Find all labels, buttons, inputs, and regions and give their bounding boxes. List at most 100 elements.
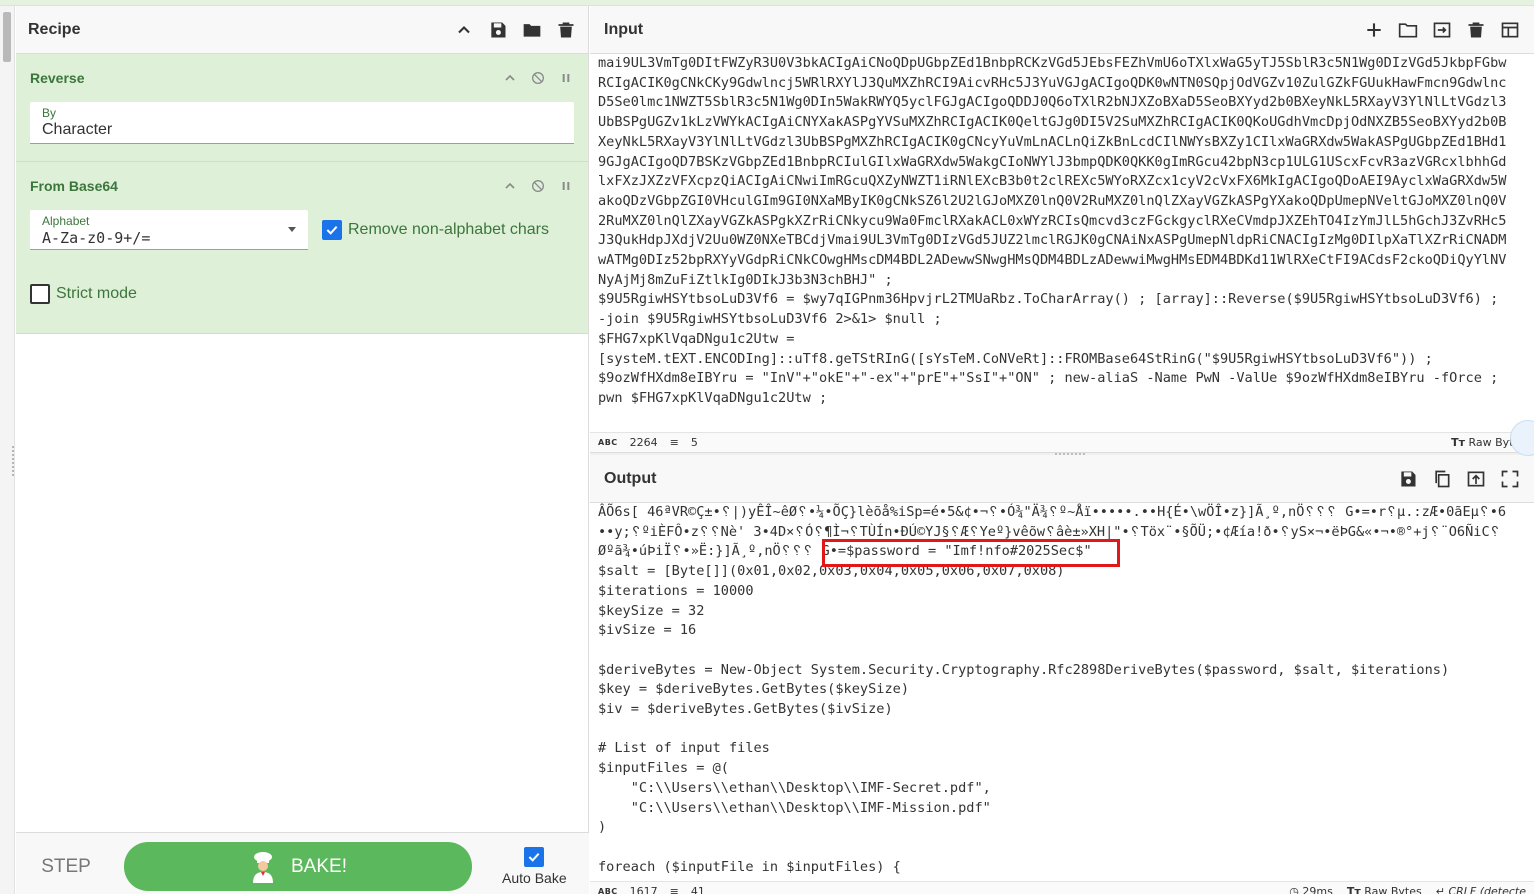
autobake-option[interactable]: Auto Bake (502, 847, 567, 886)
alphabet-value: A-Za-z0-9+/= (42, 229, 151, 247)
bake-button[interactable]: BAKE! (124, 842, 472, 891)
by-field[interactable]: By Character (30, 102, 574, 144)
output-line: $iv = $deriveBytes.GetBytes($ivSize) (598, 701, 893, 718)
output-line: "C:\\Users\\ethan\\Desktop\\IMF-Secret.p… (598, 779, 991, 796)
input-line: 2RuMXZ0lnQlZXayVGZkASPgkXZrRiCNkycu9Wa0F… (598, 212, 1507, 229)
input-panel: Input mai9UL3VmTg0DItFWZyR3U0V3bkACIgAiC… (590, 6, 1534, 453)
operations-gutter[interactable] (0, 6, 15, 894)
remove-nonalpha-checkbox[interactable] (322, 220, 342, 240)
length-icon: ABC (598, 438, 618, 447)
autobake-checkbox[interactable] (524, 847, 545, 867)
chevron-up-icon[interactable] (502, 70, 518, 86)
input-line: 9GJgACIgoQD7BSKzVGbpZEd1BnbpRCIulGIlxWaG… (598, 153, 1507, 170)
output-status-bar: ABC 1617 ≡ 41 ◷ 29ms Tт Raw Bytes ↵ CRLF… (590, 881, 1534, 894)
return-icon: ↵ (1435, 885, 1445, 894)
input-line: D5Se0lmc1NWZT5SblR3c5N1Wg0DIn5WakRWYQ5yc… (598, 94, 1507, 111)
save-icon[interactable] (1398, 469, 1418, 489)
chevron-up-icon[interactable] (454, 20, 474, 40)
output-raw-bytes-label: Raw Bytes (1364, 885, 1422, 894)
output-line: "C:\\Users\\ethan\\Desktop\\IMF-Mission.… (598, 799, 991, 816)
text-format-icon: Tт (1451, 436, 1465, 449)
input-textarea[interactable]: mai9UL3VmTg0DItFWZyR3U0V3bkACIgAiCNoQDpU… (590, 54, 1534, 430)
output-line: $ivSize = 16 (598, 622, 697, 639)
fullscreen-icon[interactable] (1500, 469, 1520, 489)
output-line: $salt = [Byte[]](0x01,0x02,0x03,0x04,0x0… (598, 563, 1065, 580)
output-panel: Output ÂÕ6s[ 46ªVR©Ç±•␦|)yÊÎ~êØ␦•¼•ÕÇ}lè… (590, 455, 1534, 894)
input-line (598, 409, 1526, 429)
input-line: mai9UL3VmTg0DItFWZyR3U0V3bkACIgAiCNoQDpU… (598, 55, 1507, 71)
output-header: Output (590, 455, 1534, 503)
length-icon: ABC (598, 887, 618, 894)
output-encoding[interactable]: Tт Raw Bytes (1347, 885, 1422, 894)
output-line: ••y;␦ºiÈFÔ•z␦␦Nè' 3•4D×␦Ó␦¶Ì¬␦TÙÍn•ÐÚ©YJ… (598, 523, 1501, 540)
resize-handle[interactable] (12, 446, 15, 476)
output-line: # List of input files (598, 740, 770, 757)
output-line: $key = $deriveBytes.GetBytes($keySize) (598, 681, 909, 698)
alphabet-label: Alphabet (42, 214, 90, 228)
recipe-panel: Recipe Reverse By Character From Base64 … (16, 6, 589, 894)
add-icon[interactable] (1364, 20, 1384, 40)
operation-reverse: Reverse By Character (16, 54, 588, 162)
output-line: $inputFiles = @( (598, 760, 729, 777)
input-line: akoQDzVGbpZGI0VHculGIm9GI0NXaMByIK0gCNkS… (598, 192, 1507, 209)
strict-mode-checkbox[interactable] (30, 284, 50, 304)
copy-icon[interactable] (1432, 469, 1452, 489)
output-line: Øºã¾•úÞiÏ␦•»Ë:}]Ã¸º,nÖ␦␦␦ G•=$password =… (598, 543, 1092, 560)
recipe-header: Recipe (16, 6, 588, 54)
output-title: Output (604, 469, 657, 487)
input-length: 2264 (629, 436, 658, 449)
output-line-count: 41 (690, 885, 705, 894)
autobake-label: Auto Bake (502, 870, 567, 886)
input-line: UbBSPgUGZv1kLzVWYkACIgAiCNYXakASPgYVSuMX… (598, 114, 1507, 131)
step-button[interactable]: STEP (16, 856, 116, 878)
output-length: 1617 (629, 885, 658, 894)
scrollbar-thumb[interactable] (3, 12, 11, 62)
lines-icon: ≡ (669, 885, 679, 894)
open-folder-icon[interactable] (1398, 20, 1418, 40)
eol-indicator[interactable]: ↵ CRLF (detecte (1436, 885, 1526, 894)
save-icon[interactable] (488, 20, 508, 40)
trash-icon[interactable] (556, 20, 576, 40)
output-line: $keySize = 32 (598, 602, 705, 619)
bake-label: BAKE! (291, 855, 347, 877)
input-line: $9U5RgiwHSYtbsoLuD3Vf6 = $wy7qIGPnm36Hpv… (598, 291, 1499, 308)
output-line: $iterations = 10000 (598, 582, 754, 599)
bake-time: ◷ 29ms (1289, 885, 1333, 894)
by-label: By (42, 106, 57, 120)
by-value: Character (42, 121, 113, 138)
input-line: pwn $FHG7xpKlVqaDNgu1c2Utw ; (598, 389, 828, 406)
operation-from-base64: From Base64 Alphabet A-Za-z0-9+/= Remove… (16, 162, 588, 334)
output-line: ÂÕ6s[ 46ªVR©Ç±•␦|)yÊÎ~êØ␦•¼•ÕÇ}lèõå%iSp=… (598, 504, 1507, 520)
output-line: $deriveBytes = New-Object System.Securit… (598, 661, 1450, 678)
remove-nonalpha-option[interactable]: Remove non-alphabet chars (322, 220, 549, 240)
folder-icon[interactable] (522, 20, 542, 40)
input-line: XeyNkL5RXayV3YlNlLtVGdzl3UbBSPgMXZhRCIgA… (598, 133, 1507, 150)
disable-icon[interactable] (530, 178, 546, 194)
eol-label: CRLF (detecte (1448, 885, 1526, 894)
clock-icon: ◷ (1289, 885, 1299, 894)
strict-mode-option[interactable]: Strict mode (30, 284, 574, 304)
text-format-icon: Tт (1346, 885, 1361, 894)
chevron-up-icon[interactable] (502, 178, 518, 194)
input-line: $9ozWfHXdm8eIBYru = "InV"+"okE"+"-ex"+"p… (598, 370, 1499, 387)
strict-mode-label: Strict mode (56, 285, 137, 302)
operation-title-reverse: Reverse (30, 70, 85, 86)
layout-icon[interactable] (1500, 20, 1520, 40)
input-line: lxFXzJXZzVFXcpzQiACIgAiCNwiImRGcuQXZyNWZ… (598, 173, 1507, 190)
trash-icon[interactable] (1466, 20, 1486, 40)
chef-icon (253, 851, 273, 883)
disable-icon[interactable] (530, 70, 546, 86)
pause-icon[interactable] (558, 70, 574, 86)
alphabet-select[interactable]: Alphabet A-Za-z0-9+/= (30, 210, 308, 250)
operation-title-from-base64: From Base64 (30, 178, 118, 194)
replace-input-icon[interactable] (1466, 469, 1486, 489)
recipe-controls: STEP BAKE! Auto Bake (16, 832, 589, 894)
lines-icon: ≡ (669, 436, 679, 449)
output-textarea[interactable]: ÂÕ6s[ 46ªVR©Ç±•␦|)yÊÎ~êØ␦•¼•ÕÇ}lèõå%iSp=… (590, 503, 1534, 877)
pause-icon[interactable] (558, 178, 574, 194)
input-status-bar: ABC 2264 ≡ 5 Tт Raw Bytes (590, 432, 1534, 452)
input-line: $FHG7xpKlVqaDNgu1c2Utw = (598, 330, 795, 347)
input-line: NyAjMj8mZuFiZtlkIg0DIkJ3b3N3chBHJ" ; (598, 271, 893, 288)
open-file-icon[interactable] (1432, 20, 1452, 40)
